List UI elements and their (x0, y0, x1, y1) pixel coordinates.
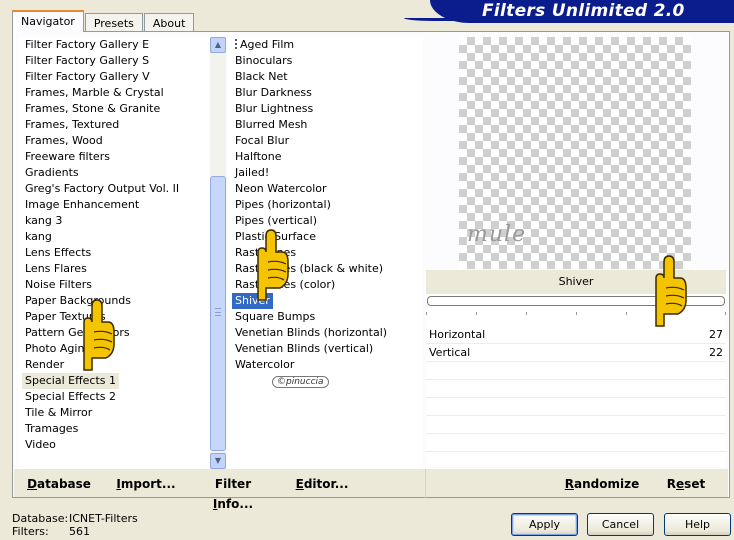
filter-label: Watercolor (235, 358, 295, 371)
category-item[interactable]: Special Effects 2 (22, 389, 119, 405)
param-row-empty (426, 380, 726, 398)
filter-item[interactable]: Neon Watercolor (232, 181, 330, 197)
category-item[interactable]: Render (22, 357, 67, 373)
cancel-button[interactable]: Cancel (587, 513, 654, 536)
status-filters-label: Filters: (12, 525, 49, 538)
tab-strip: Navigator Presets About (12, 10, 195, 32)
filter-item[interactable]: Square Bumps (232, 309, 318, 325)
pointing-hand-icon (83, 299, 115, 371)
filter-label: Neon Watercolor (235, 182, 327, 195)
scroll-up-button[interactable]: ▲ (210, 37, 226, 53)
filter-label: Blur Darkness (235, 86, 312, 99)
navigator-panel: Filter Factory Gallery E Filter Factory G… (12, 31, 730, 511)
editor-button[interactable]: Editor... (289, 474, 355, 494)
category-item[interactable]: Tramages (22, 421, 81, 437)
category-item[interactable]: Special Effects 1 (22, 373, 120, 389)
import-button[interactable]: Import... (113, 474, 179, 494)
category-item[interactable]: Tile & Mirror (22, 405, 95, 421)
category-item[interactable]: kang (22, 229, 55, 245)
category-list[interactable]: Filter Factory Gallery E Filter Factory G… (18, 37, 210, 469)
preview-image[interactable]: mule (459, 37, 691, 269)
filter-item[interactable]: Pipes (horizontal) (232, 197, 334, 213)
filter-label: Black Net (235, 70, 288, 83)
filter-item[interactable]: Focal Blur (232, 133, 292, 149)
status-info: Database:ICNET-Filters Filters: 561 (12, 512, 138, 538)
category-item[interactable]: Filter Factory Gallery S (22, 53, 152, 69)
filter-info-button[interactable]: Filter Info... (195, 474, 271, 511)
category-item[interactable]: kang 3 (22, 213, 65, 229)
category-item[interactable]: Lens Effects (22, 245, 94, 261)
database-button[interactable]: Database (21, 474, 97, 494)
category-item[interactable]: Lens Flares (22, 261, 90, 277)
filter-item[interactable]: Jailed! (232, 165, 272, 181)
filter-item[interactable]: Venetian Blinds (vertical) (232, 341, 376, 357)
status-database-value: ICNET-Filters (69, 512, 138, 525)
category-item[interactable]: Filter Factory Gallery V (22, 69, 153, 85)
filter-item[interactable]: Venetian Blinds (horizontal) (232, 325, 390, 341)
category-scrollbar[interactable]: ▲ ▼ (210, 37, 226, 469)
scroll-grip-icon (215, 308, 221, 316)
pointing-hand-icon (655, 255, 687, 327)
scroll-thumb[interactable] (210, 176, 226, 451)
filter-label: Venetian Blinds (horizontal) (235, 326, 388, 339)
category-item[interactable]: Frames, Wood (22, 133, 106, 149)
filter-label: Pipes (horizontal) (235, 198, 331, 211)
pointing-hand-icon (257, 229, 289, 301)
param-name: Vertical (429, 346, 471, 359)
param-row-empty (426, 434, 726, 452)
help-button[interactable]: Help (664, 513, 731, 536)
status-database-label: Database: (12, 512, 69, 525)
category-item[interactable]: Noise Filters (22, 277, 95, 293)
app-banner: Filters Unlimited 2.0 (430, 0, 734, 23)
param-value: 22 (709, 346, 723, 359)
preview-watermark: mule (467, 222, 527, 247)
param-name: Horizontal (429, 328, 486, 341)
param-row-empty (426, 398, 726, 416)
tree-dots-icon (235, 39, 238, 49)
category-item[interactable]: Video (22, 437, 59, 453)
filter-label: Blur Lightness (235, 102, 314, 115)
apply-button[interactable]: Apply (511, 513, 578, 536)
filter-item[interactable]: Blur Lightness (232, 101, 316, 117)
randomize-button[interactable]: Randomize (561, 474, 643, 494)
category-item[interactable]: Freeware filters (22, 149, 113, 165)
tab-navigator[interactable]: Navigator (12, 10, 84, 32)
category-item[interactable]: Frames, Marble & Crystal (22, 85, 167, 101)
category-item[interactable]: Image Enhancement (22, 197, 142, 213)
filter-item[interactable]: Blur Darkness (232, 85, 315, 101)
filter-label: Focal Blur (235, 134, 290, 147)
status-filters-value: 561 (69, 525, 90, 538)
category-item[interactable]: Frames, Stone & Granite (22, 101, 163, 117)
param-row-vertical[interactable]: Vertical 22 (426, 344, 726, 362)
param-value: 27 (709, 328, 723, 341)
filter-item[interactable]: Binoculars (232, 53, 295, 69)
filter-item[interactable]: Aged Film (232, 37, 297, 53)
scroll-down-button[interactable]: ▼ (210, 453, 226, 469)
tab-about[interactable]: About (143, 13, 195, 32)
filter-label: Venetian Blinds (vertical) (235, 342, 374, 355)
param-row-horizontal[interactable]: Horizontal 27 (426, 326, 726, 344)
category-item[interactable]: Gradients (22, 165, 82, 181)
param-row-empty (426, 362, 726, 380)
filter-label: Halftone (235, 150, 282, 163)
category-item[interactable]: Greg's Factory Output Vol. II (22, 181, 182, 197)
reset-button[interactable]: Reset (661, 474, 711, 494)
tab-presets[interactable]: Presets (84, 13, 143, 32)
category-item[interactable]: Filter Factory Gallery E (22, 37, 152, 53)
filter-label: Jailed! (235, 166, 270, 179)
filter-label: Aged Film (240, 38, 295, 51)
filter-label: Blurred Mesh (235, 118, 308, 131)
filter-item[interactable]: Black Net (232, 69, 291, 85)
toolbar-divider (425, 469, 426, 498)
param-row-empty (426, 416, 726, 434)
filter-item[interactable]: Watercolor (232, 357, 297, 373)
category-item[interactable]: Frames, Textured (22, 117, 122, 133)
filter-label: Binoculars (235, 54, 293, 67)
filter-label: Square Bumps (235, 310, 316, 323)
filter-item[interactable]: Halftone (232, 149, 285, 165)
filter-watermark: ©pinuccia (272, 376, 329, 388)
filter-item[interactable]: Blurred Mesh (232, 117, 310, 133)
